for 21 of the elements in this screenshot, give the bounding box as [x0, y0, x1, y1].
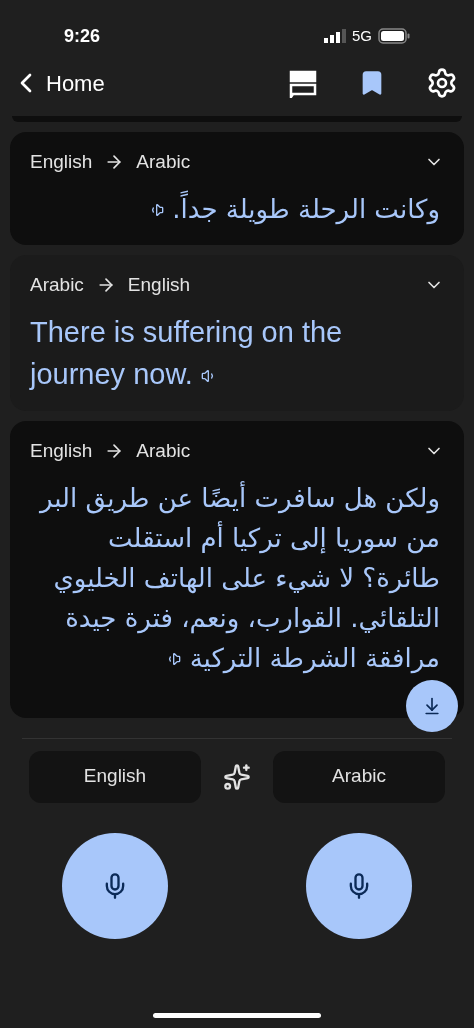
target-language: Arabic	[136, 150, 191, 174]
sparkle-icon	[223, 762, 251, 791]
target-language: English	[127, 272, 191, 297]
scroll-down-button[interactable]	[406, 679, 458, 732]
language-button[interactable]: English	[29, 750, 201, 803]
translation-text: There is suffering on the journey now.	[30, 315, 344, 392]
language-button[interactable]: Arabic	[273, 750, 445, 803]
source-language: Arabic	[30, 272, 84, 297]
translation-text: وكانت الرحلة طويلة جداً.	[30, 188, 444, 229]
settings-icon[interactable]	[426, 67, 458, 99]
signal-icon	[324, 29, 346, 43]
conversation-icon[interactable]	[288, 68, 318, 98]
back-button[interactable]: Home	[10, 66, 105, 100]
network-label: 5G	[352, 25, 372, 46]
source-language: English	[30, 439, 93, 463]
source-language: English	[30, 150, 93, 174]
status-time: 9:26	[64, 24, 101, 48]
translation-text: ولكن هل سافرت أيضًا عن طريق البر من سوريا إلى تركيا أم استقلت طائرة؟ لا شيء على الهاتف الخليوي التلقائي. القوارب، ونعم، فترة جيدة مرافقة الشرطة التركية	[38, 480, 441, 676]
battery-icon	[378, 28, 410, 44]
download-icon	[422, 695, 442, 716]
target-language: Arabic	[136, 439, 191, 463]
